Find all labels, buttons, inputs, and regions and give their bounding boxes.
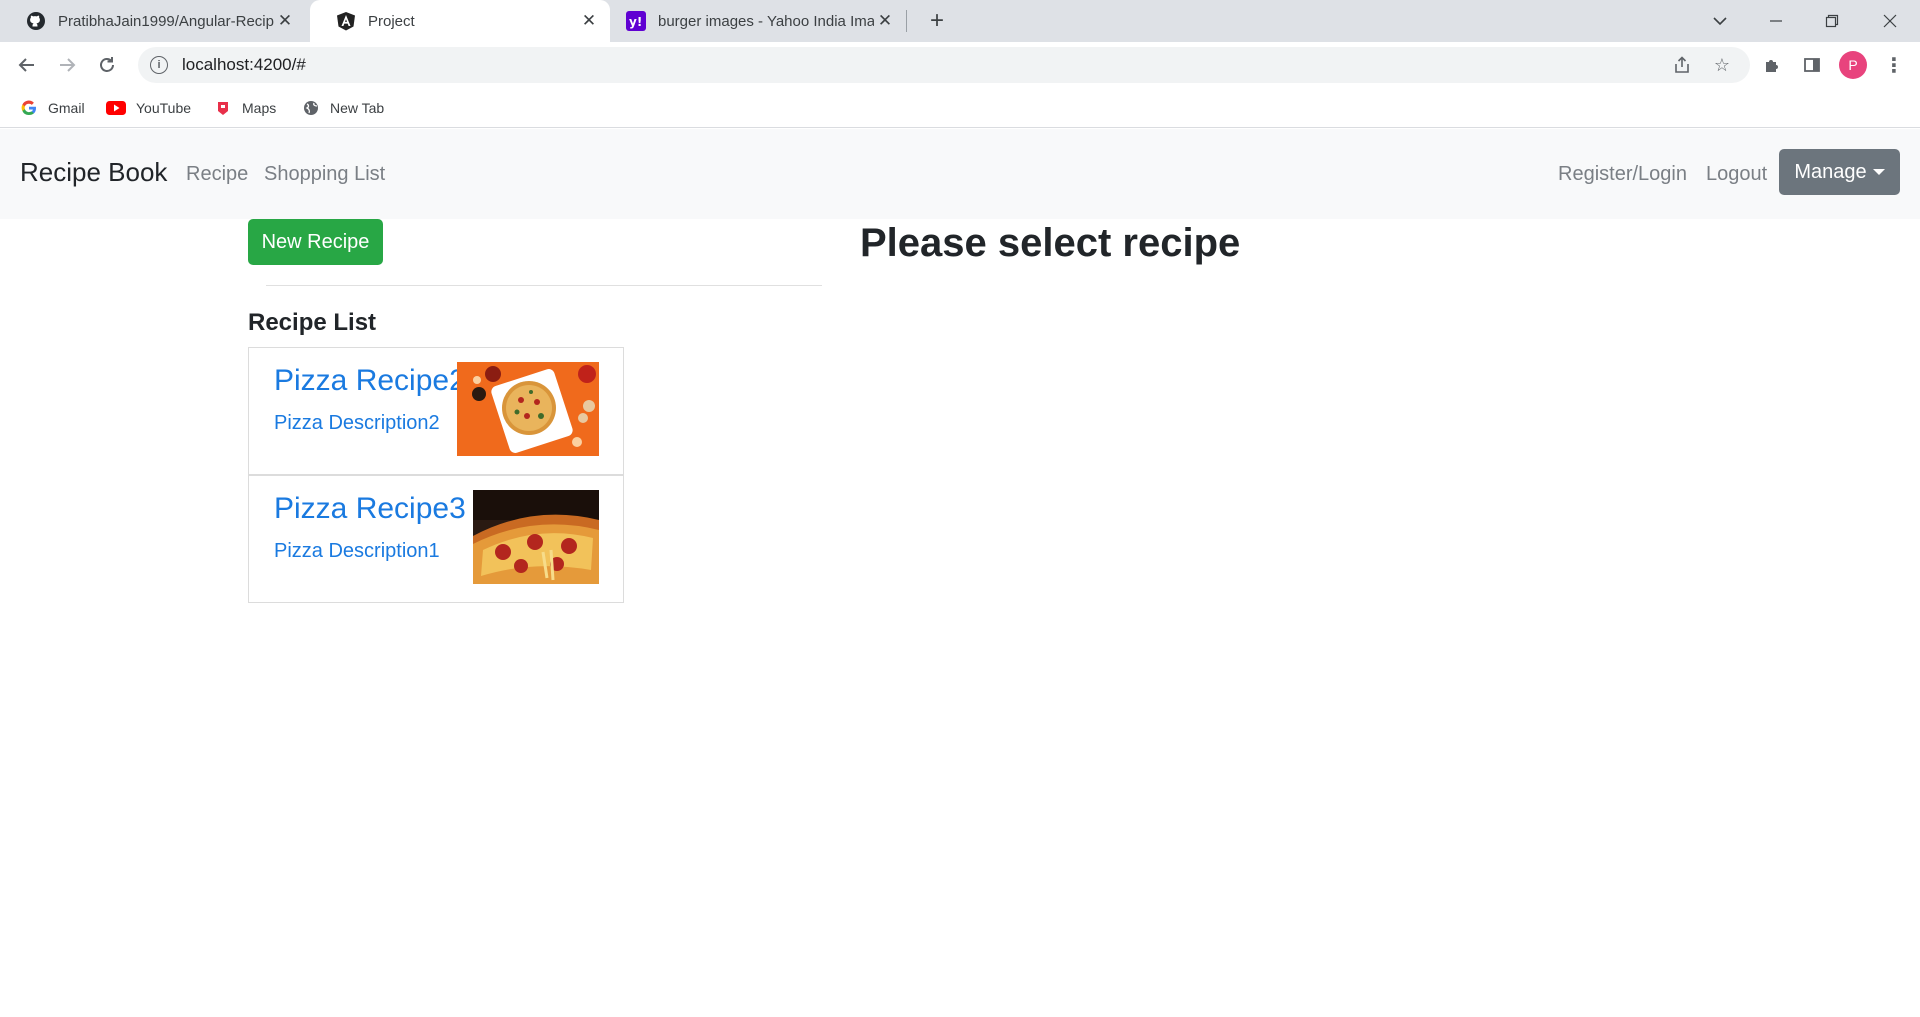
close-window-icon[interactable]: [1862, 0, 1918, 42]
bookmark-new-tab[interactable]: New Tab: [302, 96, 384, 120]
restore-icon[interactable]: [1804, 0, 1860, 42]
profile-avatar[interactable]: P: [1839, 51, 1867, 79]
url-text: localhost:4200/#: [182, 55, 306, 74]
bookmark-label: New Tab: [330, 100, 385, 116]
close-icon[interactable]: ✕: [578, 10, 600, 32]
youtube-icon: [106, 99, 126, 117]
bookmark-maps[interactable]: Maps: [214, 96, 276, 120]
nav-link-shopping-list[interactable]: Shopping List: [264, 163, 385, 186]
recipe-list-item[interactable]: Pizza Recipe2 Pizza Description2: [248, 347, 624, 475]
svg-text:y!: y!: [629, 15, 642, 29]
share-icon[interactable]: [1668, 51, 1696, 79]
bookmark-youtube[interactable]: YouTube: [106, 96, 191, 120]
recipe-description: Pizza Description2: [274, 412, 440, 434]
tab-title: PratibhaJain1999/Angular-Recipe: [58, 12, 274, 30]
back-icon[interactable]: [12, 50, 42, 80]
bookmarks-bar: Gmail YouTube Maps New Tab: [0, 88, 1920, 128]
tab-separator: [906, 10, 907, 32]
side-panel-icon[interactable]: [1798, 51, 1826, 79]
google-icon: [20, 99, 38, 117]
recipe-name[interactable]: Pizza Recipe2: [274, 364, 466, 398]
browser-tab-yahoo[interactable]: y! burger images - Yahoo India Ima ✕: [600, 0, 906, 42]
globe-icon: [302, 99, 320, 117]
recipe-list-heading: Recipe List: [248, 309, 377, 336]
browser-tab-github[interactable]: PratibhaJain1999/Angular-Recipe ✕: [0, 0, 306, 42]
close-icon[interactable]: ✕: [274, 10, 296, 32]
nav-link-register-login[interactable]: Register/Login: [1558, 163, 1687, 186]
address-bar[interactable]: i localhost:4200/#: [138, 47, 1750, 83]
browser-toolbar: i localhost:4200/# ☆ P ⋮: [0, 42, 1920, 88]
angular-icon: [336, 11, 356, 31]
recipe-list-item[interactable]: Pizza Recipe3 Pizza Description1: [248, 475, 624, 603]
minimize-icon[interactable]: [1748, 0, 1804, 42]
web-page: Recipe Book Recipe Shopping List Registe…: [0, 129, 1920, 1017]
pizza-image: [473, 490, 599, 584]
manage-label: Manage: [1794, 160, 1867, 183]
nav-link-recipe[interactable]: Recipe: [186, 163, 248, 186]
reload-icon[interactable]: [92, 50, 122, 80]
bookmark-star-icon[interactable]: ☆: [1708, 51, 1736, 79]
forward-icon[interactable]: [52, 50, 82, 80]
nav-link-logout[interactable]: Logout: [1706, 163, 1767, 186]
github-icon: [26, 11, 46, 31]
caret-down-icon: [1872, 169, 1885, 175]
new-tab-button[interactable]: +: [922, 6, 952, 36]
new-recipe-button[interactable]: New Recipe: [248, 219, 383, 265]
app-navbar: Recipe Book Recipe Shopping List Registe…: [0, 129, 1920, 219]
bookmark-gmail[interactable]: Gmail: [20, 96, 85, 120]
tab-title: burger images - Yahoo India Ima: [658, 12, 874, 30]
browser-tab-strip: PratibhaJain1999/Angular-Recipe ✕ Projec…: [0, 0, 1920, 42]
bookmark-label: Gmail: [48, 100, 85, 116]
yahoo-icon: y!: [626, 11, 646, 31]
recipe-name[interactable]: Pizza Recipe3: [274, 492, 466, 526]
recipe-description: Pizza Description1: [274, 540, 440, 562]
tab-search-icon[interactable]: [1692, 0, 1748, 42]
pizza-image: [457, 362, 599, 456]
tab-title: Project: [368, 12, 415, 30]
browser-tab-project[interactable]: Project ✕: [310, 0, 610, 42]
maps-icon: [214, 99, 232, 117]
bookmark-label: Maps: [242, 100, 277, 116]
navbar-brand[interactable]: Recipe Book: [20, 157, 167, 188]
extensions-icon[interactable]: [1758, 51, 1786, 79]
more-menu-icon[interactable]: ⋮: [1880, 51, 1908, 79]
manage-dropdown-button[interactable]: Manage: [1779, 149, 1900, 195]
site-info-icon[interactable]: i: [150, 56, 168, 74]
select-recipe-heading: Please select recipe: [860, 221, 1241, 265]
bookmark-label: YouTube: [136, 100, 192, 116]
close-icon[interactable]: ✕: [874, 10, 896, 32]
divider: [266, 285, 822, 286]
